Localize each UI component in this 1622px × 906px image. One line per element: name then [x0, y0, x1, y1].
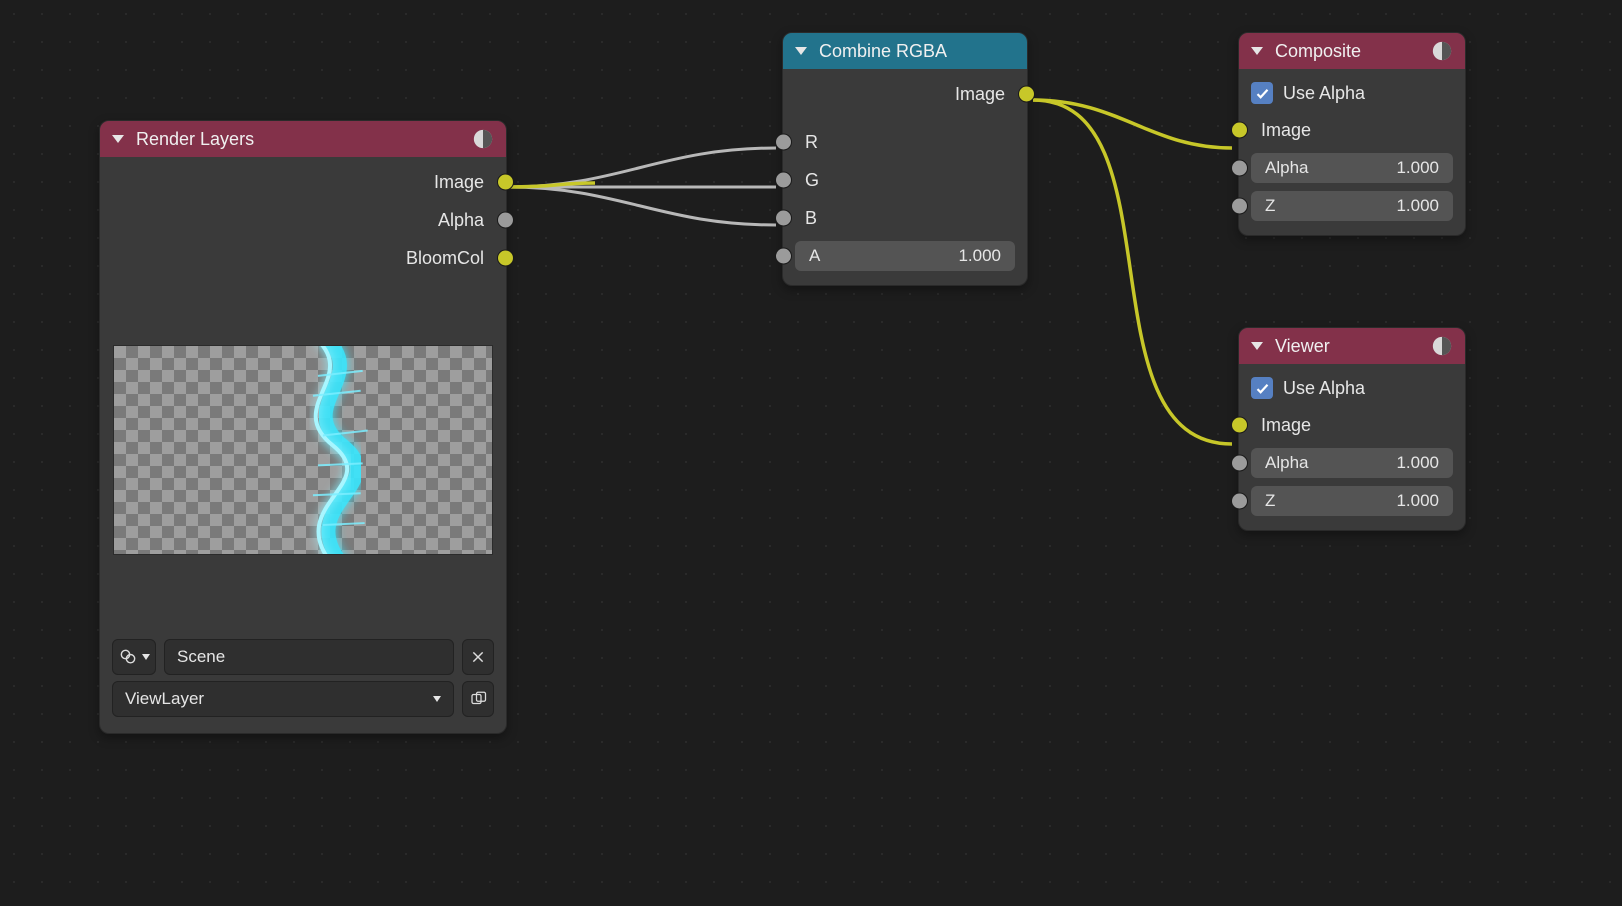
render-single-button[interactable]: [462, 681, 494, 717]
output-socket-image[interactable]: Image: [112, 163, 494, 201]
render-preview: [113, 345, 493, 555]
socket-icon[interactable]: [1231, 455, 1248, 472]
input-socket-image[interactable]: Image: [1251, 406, 1453, 444]
use-alpha-label: Use Alpha: [1283, 378, 1365, 399]
input-socket-r[interactable]: R: [795, 123, 1015, 161]
chevron-down-icon[interactable]: [795, 47, 807, 55]
alpha-value-field[interactable]: A 1.000: [795, 241, 1015, 271]
z-value-field[interactable]: Z 1.000: [1251, 191, 1453, 221]
chevron-down-icon[interactable]: [112, 135, 124, 143]
input-socket-z[interactable]: Z 1.000: [1251, 187, 1453, 225]
output-socket-alpha[interactable]: Alpha: [112, 201, 494, 239]
input-socket-image[interactable]: Image: [1251, 111, 1453, 149]
input-socket-alpha[interactable]: Alpha 1.000: [1251, 149, 1453, 187]
node-render-layers[interactable]: Render Layers Image Alpha BloomCol: [99, 120, 507, 734]
material-sphere-icon: [1431, 40, 1453, 62]
use-alpha-checkbox-row[interactable]: Use Alpha: [1251, 370, 1453, 406]
socket-icon[interactable]: [775, 210, 792, 227]
use-alpha-label: Use Alpha: [1283, 83, 1365, 104]
node-composite[interactable]: Composite Use Alpha Image Alpha 1.000 Z: [1238, 32, 1466, 236]
chevron-down-icon: [433, 696, 441, 702]
socket-icon[interactable]: [497, 174, 514, 191]
scene-name-field[interactable]: Scene: [164, 639, 454, 675]
node-title: Viewer: [1275, 336, 1330, 357]
input-socket-alpha[interactable]: Alpha 1.000: [1251, 444, 1453, 482]
node-title: Composite: [1275, 41, 1361, 62]
use-alpha-checkbox-row[interactable]: Use Alpha: [1251, 75, 1453, 111]
chevron-down-icon[interactable]: [1251, 47, 1263, 55]
socket-icon[interactable]: [497, 250, 514, 267]
node-viewer[interactable]: Viewer Use Alpha Image Alpha 1.000 Z: [1238, 327, 1466, 531]
node-title: Combine RGBA: [819, 41, 947, 62]
chevron-down-icon: [142, 654, 150, 660]
scene-selector-row: Scene: [112, 639, 494, 675]
viewlayer-selector-row: ViewLayer: [112, 681, 494, 717]
alpha-value-field[interactable]: Alpha 1.000: [1251, 153, 1453, 183]
socket-icon[interactable]: [775, 248, 792, 265]
input-socket-z[interactable]: Z 1.000: [1251, 482, 1453, 520]
z-value-field[interactable]: Z 1.000: [1251, 486, 1453, 516]
socket-icon[interactable]: [497, 212, 514, 229]
node-header-composite[interactable]: Composite: [1239, 33, 1465, 69]
node-combine-rgba[interactable]: Combine RGBA Image R G B A 1.000: [782, 32, 1028, 286]
checkbox-checked-icon[interactable]: [1251, 377, 1273, 399]
socket-icon[interactable]: [1231, 122, 1248, 139]
output-socket-bloomcol[interactable]: BloomCol: [112, 239, 494, 277]
input-socket-a[interactable]: A 1.000: [795, 237, 1015, 275]
socket-icon[interactable]: [1231, 198, 1248, 215]
checkbox-checked-icon[interactable]: [1251, 82, 1273, 104]
output-socket-image[interactable]: Image: [795, 75, 1015, 113]
socket-icon[interactable]: [1018, 86, 1035, 103]
input-socket-b[interactable]: B: [795, 199, 1015, 237]
node-header-render-layers[interactable]: Render Layers: [100, 121, 506, 157]
alpha-value-field[interactable]: Alpha 1.000: [1251, 448, 1453, 478]
chevron-down-icon[interactable]: [1251, 342, 1263, 350]
node-header-viewer[interactable]: Viewer: [1239, 328, 1465, 364]
socket-icon[interactable]: [775, 172, 792, 189]
socket-icon[interactable]: [1231, 417, 1248, 434]
material-sphere-icon: [472, 128, 494, 150]
node-header-combine-rgba[interactable]: Combine RGBA: [783, 33, 1027, 69]
socket-icon[interactable]: [775, 134, 792, 151]
socket-icon[interactable]: [1231, 493, 1248, 510]
input-socket-g[interactable]: G: [795, 161, 1015, 199]
viewlayer-dropdown[interactable]: ViewLayer: [112, 681, 454, 717]
socket-icon[interactable]: [1231, 160, 1248, 177]
material-sphere-icon: [1431, 335, 1453, 357]
node-title: Render Layers: [136, 129, 254, 150]
clear-button[interactable]: [462, 639, 494, 675]
scene-browse-button[interactable]: [112, 639, 156, 675]
